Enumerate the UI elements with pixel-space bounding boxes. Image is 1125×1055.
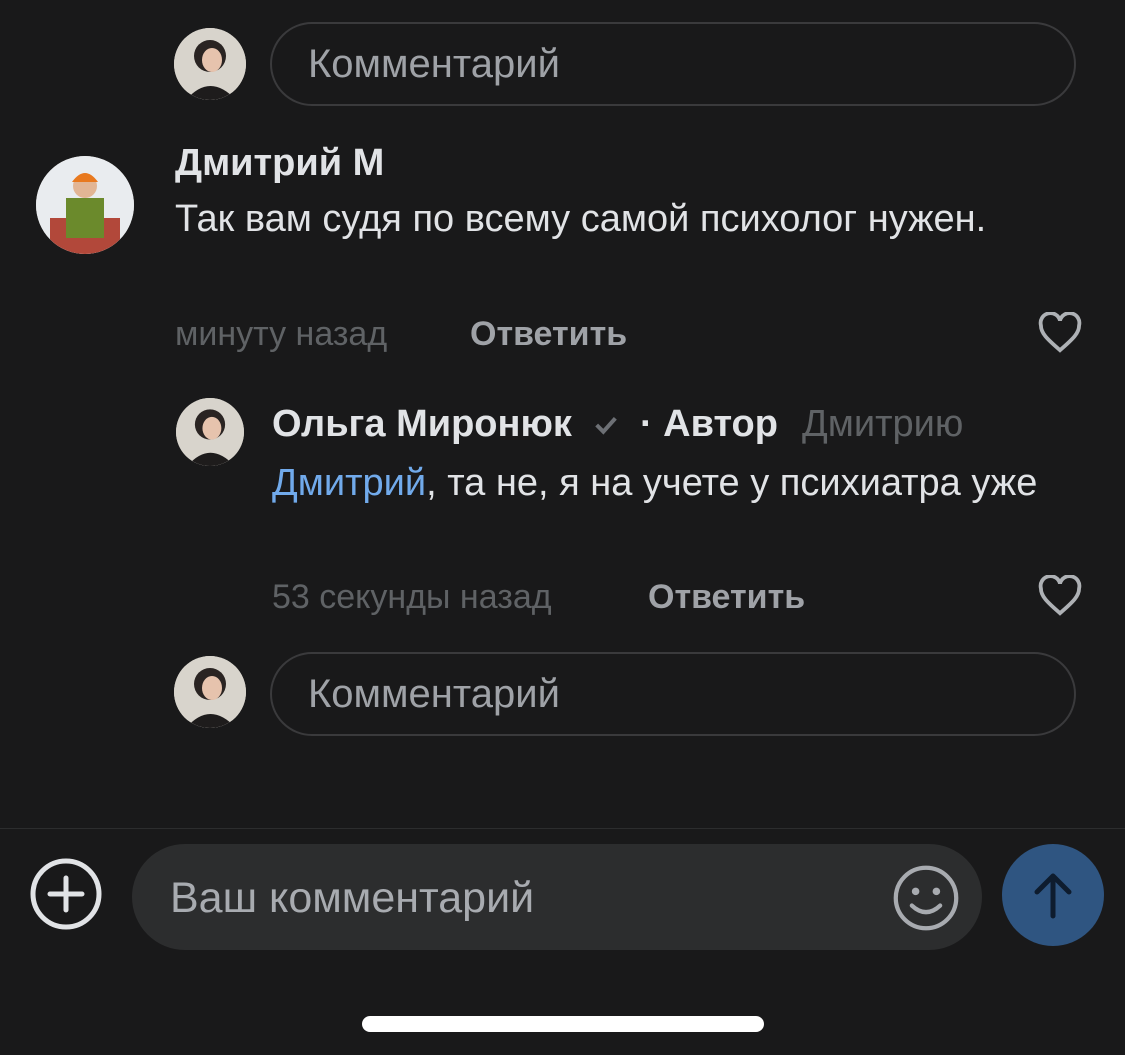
reply-text: Дмитрий, та не, я на учете у психиатра у… [272,456,1072,511]
home-indicator [362,1016,764,1032]
reply-to[interactable]: Дмитрию [802,403,963,446]
reply-time: 53 секунды назад [272,578,552,616]
send-button[interactable] [1002,844,1104,946]
reply-button[interactable]: Ответить [470,315,627,354]
comment-time: минуту назад [175,315,388,353]
avatar [174,656,246,728]
reply-button[interactable]: Ответить [648,578,805,617]
reply-header: Ольга Миронюк · Автор Дмитрию [272,403,963,446]
avatar [176,398,244,466]
reply-body: , та не, я на учете у психиатра уже [426,462,1038,504]
arrow-up-icon [1034,873,1072,919]
heart-icon[interactable] [1037,312,1083,354]
divider [0,828,1125,829]
comment-input[interactable]: Комментарий [270,22,1076,106]
comment-composer[interactable]: Ваш комментарий [132,844,982,950]
verified-check-icon [595,416,617,435]
plus-circle-icon[interactable] [30,858,102,930]
mention-link[interactable]: Дмитрий [272,462,426,504]
heart-icon[interactable] [1037,575,1083,617]
comment-author[interactable]: Дмитрий М [175,142,384,185]
reply-author[interactable]: Ольга Миронюк [272,403,572,446]
composer-placeholder: Ваш комментарий [170,874,535,922]
avatar [36,156,134,254]
avatar [174,28,246,100]
smile-icon[interactable] [892,864,960,932]
comment-text: Так вам судя по всему самой психолог нуж… [175,198,987,240]
comment-input[interactable]: Комментарий [270,652,1076,736]
author-badge: · Автор [639,403,778,445]
